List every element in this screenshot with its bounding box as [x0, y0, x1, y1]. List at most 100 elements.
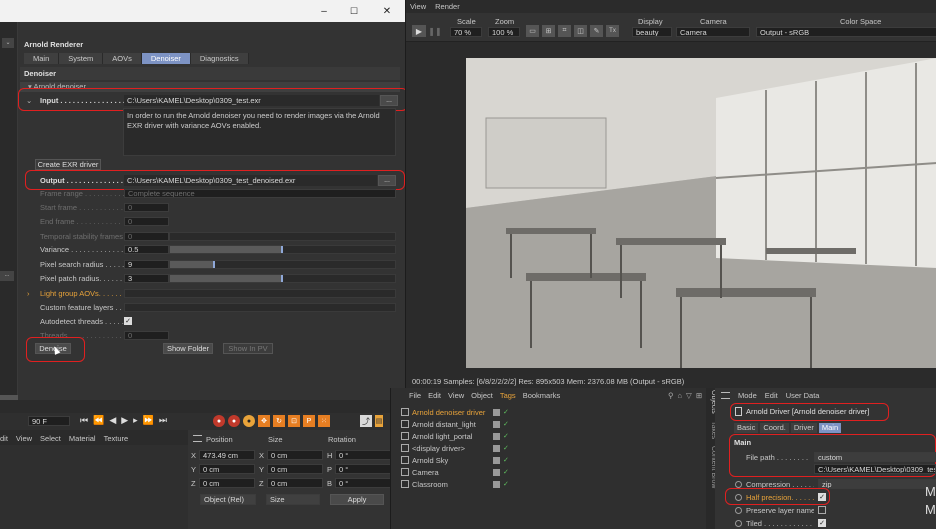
- size-field[interactable]: 0 cm: [267, 464, 323, 474]
- key-icon[interactable]: ●: [243, 415, 255, 427]
- record-icon[interactable]: ●: [213, 415, 225, 427]
- expand-chevron-icon[interactable]: ›: [27, 289, 40, 298]
- preserve-checkbox[interactable]: [818, 506, 826, 514]
- half-precision-checkbox[interactable]: ✓: [818, 493, 826, 501]
- pixel-search-slider[interactable]: [169, 259, 396, 269]
- visibility-icon[interactable]: [493, 480, 500, 488]
- pos-field[interactable]: 473.49 cm: [199, 450, 255, 460]
- close-button[interactable]: ✕: [369, 0, 405, 22]
- rotate-key-icon[interactable]: ↻: [273, 415, 285, 427]
- temporal-field[interactable]: 0: [124, 231, 169, 241]
- rot-field[interactable]: 0 °: [335, 450, 391, 460]
- frame-field[interactable]: 90 F: [28, 416, 70, 426]
- enabled-check-icon[interactable]: ✓: [503, 432, 509, 440]
- compare-icon[interactable]: ◫: [574, 25, 587, 37]
- camera-select[interactable]: Camera: [676, 27, 750, 37]
- object-item[interactable]: Arnold Sky ✓: [397, 454, 697, 466]
- material-menu-view[interactable]: View: [16, 434, 32, 443]
- search-icon[interactable]: ⚲: [668, 391, 674, 400]
- enabled-check-icon[interactable]: ✓: [503, 480, 509, 488]
- file-path-field[interactable]: C:\Users\KAMEL\Desktop\0309_test: [814, 464, 936, 474]
- enabled-check-icon[interactable]: ✓: [503, 444, 509, 452]
- variance-slider[interactable]: [169, 244, 396, 254]
- grid-key-icon[interactable]: ⁙: [318, 415, 330, 427]
- visibility-icon[interactable]: [493, 432, 500, 440]
- filter-icon[interactable]: ▽: [686, 391, 692, 400]
- visibility-icon[interactable]: [493, 456, 500, 464]
- crop-icon[interactable]: ⌗: [558, 25, 571, 37]
- tiled-anim-icon[interactable]: [735, 519, 742, 527]
- object-item[interactable]: Arnold distant_light ✓: [397, 418, 697, 430]
- motion-icon[interactable]: ⤴: [360, 415, 372, 427]
- material-menu-texture[interactable]: Texture: [104, 434, 129, 443]
- size-field[interactable]: 0 cm: [267, 450, 323, 460]
- object-name[interactable]: Arnold light_portal: [412, 432, 490, 441]
- collapse-chevron-icon[interactable]: ⌄: [26, 96, 40, 105]
- prev-key-icon[interactable]: ⏪: [93, 415, 104, 426]
- scale-key-icon[interactable]: ⊡: [288, 415, 300, 427]
- threads-field[interactable]: 0: [124, 330, 169, 340]
- objects-menu-edit[interactable]: Edit: [428, 391, 441, 400]
- tiled-checkbox[interactable]: ✓: [818, 519, 826, 527]
- objects-menu-file[interactable]: File: [409, 391, 421, 400]
- attr-tab-driver[interactable]: Driver: [790, 423, 817, 433]
- maximize-button[interactable]: ☐: [339, 0, 369, 22]
- rot-field[interactable]: 0 °: [335, 464, 391, 474]
- strip-button[interactable]: ...: [0, 271, 14, 281]
- create-exr-button[interactable]: Create EXR driver: [35, 159, 101, 170]
- attributes-menu-mode[interactable]: Mode: [738, 391, 757, 400]
- colorspace-select[interactable]: Output - sRGB: [756, 27, 936, 37]
- play-icon[interactable]: ▶: [412, 25, 426, 37]
- param-key-icon[interactable]: P: [303, 415, 315, 427]
- grid-icon[interactable]: ⊞: [542, 25, 555, 37]
- tab-aovs[interactable]: AOVs: [103, 53, 142, 64]
- output-path-field[interactable]: C:\Users\KAMEL\Desktop\0309_test_denoise…: [124, 175, 377, 186]
- light-group-row[interactable]: › Light group AOVs. . . . . . . .: [27, 288, 396, 298]
- end-frame-field[interactable]: 0: [124, 216, 169, 226]
- show-in-pv-button[interactable]: Show In PV: [223, 343, 273, 354]
- input-path-field[interactable]: C:\Users\KAMEL\Desktop\0309_test.exr: [124, 95, 379, 106]
- object-name[interactable]: Arnold Sky: [412, 456, 490, 465]
- material-menu-select[interactable]: Select: [40, 434, 61, 443]
- half-precision-anim-icon[interactable]: [735, 493, 742, 501]
- pause-icon[interactable]: ❚❚: [428, 25, 441, 37]
- prev-frame-icon[interactable]: ◀: [109, 415, 116, 426]
- text-icon[interactable]: Tx: [606, 25, 619, 37]
- custom-feature-field[interactable]: [124, 302, 396, 312]
- object-item[interactable]: <display driver> ✓: [397, 442, 697, 454]
- attr-tab-basic[interactable]: Basic: [734, 423, 759, 433]
- display-select[interactable]: beauty: [632, 27, 672, 37]
- input-browse-button[interactable]: ...: [380, 95, 398, 106]
- pixel-patch-slider[interactable]: [169, 273, 396, 283]
- object-item[interactable]: Arnold denoiser driver ✓: [397, 406, 697, 418]
- enabled-check-icon[interactable]: ✓: [503, 468, 509, 476]
- object-item[interactable]: Classroom ✓: [397, 478, 697, 490]
- object-item[interactable]: Arnold light_portal ✓: [397, 430, 697, 442]
- pixel-search-field[interactable]: 9: [124, 259, 169, 269]
- visibility-icon[interactable]: [493, 420, 500, 428]
- coord-mode-select[interactable]: Object (Rel): [200, 494, 256, 505]
- pos-field[interactable]: 0 cm: [199, 464, 255, 474]
- visibility-icon[interactable]: [493, 408, 500, 416]
- pos-field[interactable]: 0 cm: [199, 478, 255, 488]
- attributes-menu-userdata[interactable]: User Data: [786, 391, 820, 400]
- autodetect-checkbox[interactable]: ✓: [124, 317, 132, 325]
- object-item[interactable]: Camera ✓: [397, 466, 697, 478]
- eyedropper-icon[interactable]: ✎: [590, 25, 603, 37]
- region-icon[interactable]: ▭: [526, 25, 539, 37]
- temporal-slider[interactable]: [169, 231, 396, 241]
- coords-menu-icon[interactable]: [193, 435, 202, 442]
- move-key-icon[interactable]: ✥: [258, 415, 270, 427]
- objects-menu-object[interactable]: Object: [471, 391, 493, 400]
- object-name[interactable]: Classroom: [412, 480, 490, 489]
- autokey-icon[interactable]: ●: [228, 415, 240, 427]
- material-menu-material[interactable]: Material: [69, 434, 96, 443]
- object-name[interactable]: Camera: [412, 468, 490, 477]
- start-frame-field[interactable]: 0: [124, 202, 169, 212]
- objects-menu-bookmarks[interactable]: Bookmarks: [523, 391, 561, 400]
- viewer-menu-view[interactable]: View: [410, 2, 426, 11]
- compression-select[interactable]: zip: [818, 479, 936, 489]
- next-key-icon[interactable]: ⏩: [143, 415, 154, 426]
- object-name[interactable]: Arnold distant_light: [412, 420, 490, 429]
- strip-dropdown-icon[interactable]: ⌄: [2, 38, 14, 48]
